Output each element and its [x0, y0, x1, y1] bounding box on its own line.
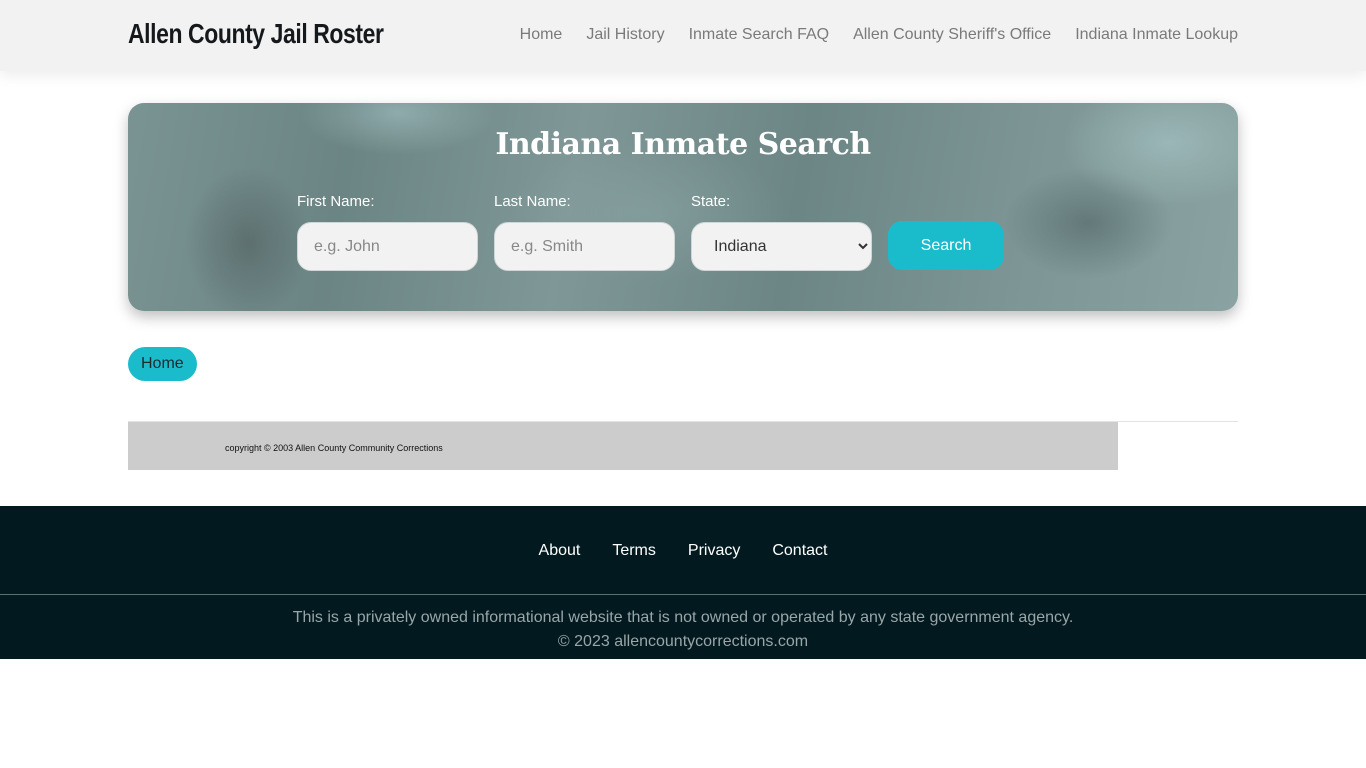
breadcrumb-home[interactable]: Home — [128, 347, 197, 381]
nav-indiana-inmate-lookup[interactable]: Indiana Inmate Lookup — [1075, 26, 1238, 44]
legacy-copyright-text: copyright © 2003 Allen County Community … — [225, 443, 443, 453]
footer-copyright: © 2023 allencountycorrections.com — [557, 633, 809, 650]
first-name-label: First Name: — [297, 193, 375, 210]
footer-nav: About Terms Privacy Contact — [0, 542, 1366, 560]
nav-jail-history[interactable]: Jail History — [586, 26, 664, 44]
nav-home[interactable]: Home — [520, 26, 563, 44]
inmate-search-panel: Indiana Inmate Search First Name: Last N… — [128, 103, 1238, 311]
footer-link-contact[interactable]: Contact — [772, 542, 827, 560]
footer-divider — [0, 594, 1366, 595]
state-label: State: — [691, 193, 731, 210]
first-name-field-group: First Name: — [297, 193, 478, 271]
last-name-label: Last Name: — [494, 193, 571, 210]
last-name-field-group: Last Name: — [494, 193, 675, 271]
nav-sheriffs-office[interactable]: Allen County Sheriff's Office — [853, 26, 1051, 44]
state-select[interactable]: Indiana — [691, 222, 872, 271]
nav-inmate-search-faq[interactable]: Inmate Search FAQ — [689, 26, 830, 44]
footer-link-about[interactable]: About — [539, 542, 581, 560]
search-panel-title: Indiana Inmate Search — [495, 127, 871, 162]
legacy-copyright-bar: copyright © 2003 Allen County Community … — [128, 422, 1118, 470]
site-logo-title[interactable]: Allen County Jail Roster — [128, 18, 384, 50]
site-footer: About Terms Privacy Contact This is a pr… — [0, 506, 1366, 659]
main-nav: Home Jail History Inmate Search FAQ Alle… — [520, 26, 1238, 44]
footer-disclaimer: This is a privately owned informational … — [292, 609, 1074, 626]
site-header: Allen County Jail Roster Home Jail Histo… — [0, 0, 1366, 71]
search-button[interactable]: Search — [888, 221, 1004, 270]
state-field-group: State: Indiana — [691, 193, 872, 271]
footer-link-terms[interactable]: Terms — [612, 542, 656, 560]
footer-note: This is a privately owned informational … — [0, 606, 1366, 654]
last-name-input[interactable] — [494, 222, 675, 271]
first-name-input[interactable] — [297, 222, 478, 271]
footer-link-privacy[interactable]: Privacy — [688, 542, 740, 560]
